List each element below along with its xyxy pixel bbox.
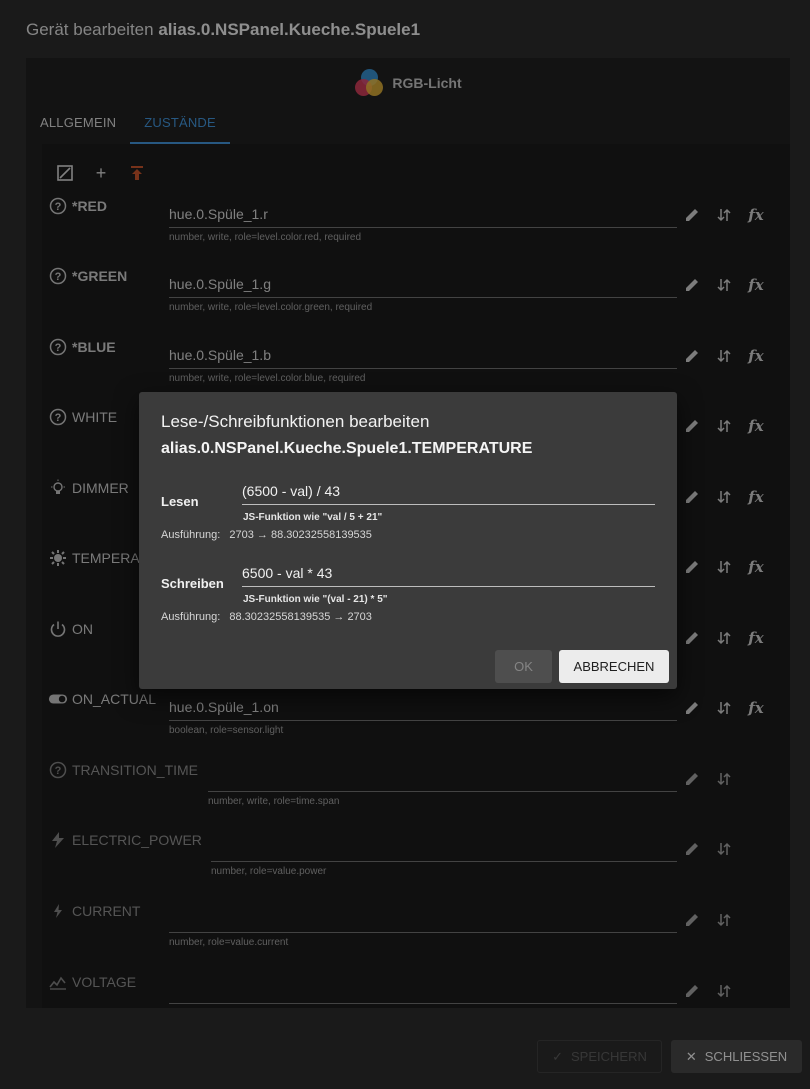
read-exec-label: Ausführung: [161,529,221,541]
read-exec-value: 2703 → 88.30232558139535 [229,529,372,541]
write-label: Schreiben [161,576,224,591]
read-hint: JS-Funktion wie "val / 5 + 21" [243,512,383,523]
cancel-button[interactable]: ABBRECHEN [559,650,669,683]
ok-button[interactable]: OK [495,650,552,683]
modal-subtitle: alias.0.NSPanel.Kueche.Spuele1.TEMPERATU… [161,440,533,457]
write-hint: JS-Funktion wie "(val - 21) * 5" [243,594,388,605]
write-exec-value: 88.30232558139535 → 2703 [229,611,372,623]
function-editor-modal: Lese-/Schreibfunktionen bearbeiten alias… [139,392,677,689]
read-label: Lesen [161,494,199,509]
write-function-input[interactable]: 6500 - val * 43 [242,563,655,587]
write-exec-label: Ausführung: [161,611,221,623]
read-function-input[interactable]: (6500 - val) / 43 [242,481,655,505]
modal-title: Lese-/Schreibfunktionen bearbeiten [161,412,430,431]
write-execution: Ausführung: 88.30232558139535 → 2703 [161,611,372,623]
read-execution: Ausführung: 2703 → 88.30232558139535 [161,529,372,541]
